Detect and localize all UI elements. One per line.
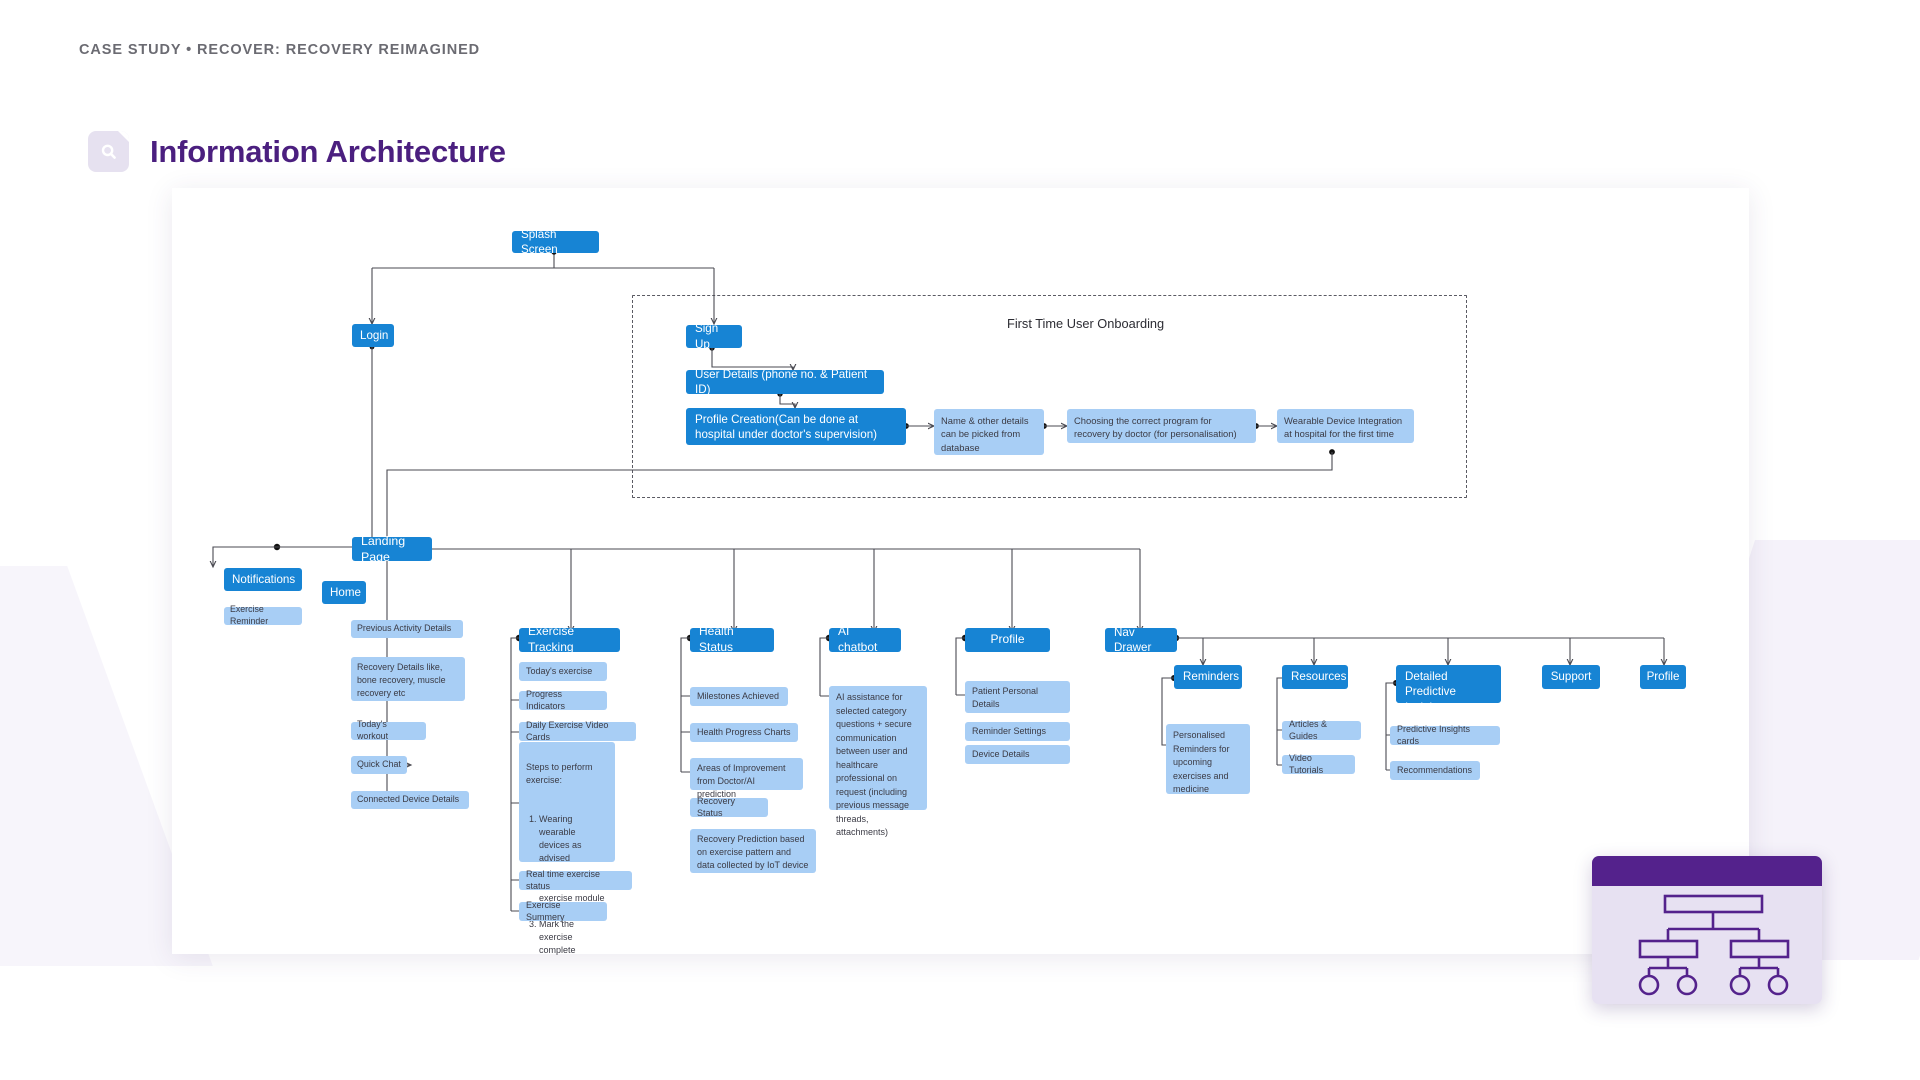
node-nav-drawer[interactable]: Nav Drawer [1105,626,1177,654]
node-todays-workout[interactable]: Today's workout [351,719,426,741]
steps-item-3: Mark the exercise complete [539,918,608,957]
node-detailed-predictive-insights[interactable]: Detailed Predictive Insights [1396,665,1501,714]
node-exercise-reminder[interactable]: Exercise Reminder [224,604,302,626]
node-health-status[interactable]: Health Status [690,624,774,654]
page-fold-corner [118,131,129,142]
node-user-details[interactable]: User Details (phone no. & Patient ID) [686,368,884,396]
sitemap-card-titlebar [1592,856,1822,886]
steps-item-1: Wearing wearable devices as advised [539,813,608,865]
node-exercise-summary[interactable]: Exercise Summery [519,900,607,922]
node-health-progress-charts[interactable]: Health Progress Charts [690,723,798,742]
node-support[interactable]: Support [1542,665,1600,689]
node-ai-assistance[interactable]: AI assistance for selected category ques… [829,686,927,837]
node-reminder-settings[interactable]: Reminder Settings [965,722,1070,741]
node-milestones-achieved[interactable]: Milestones Achieved [690,687,788,706]
sitemap-icon [1638,894,1790,996]
node-recovery-details[interactable]: Recovery Details like, bone recovery, mu… [351,657,465,701]
steps-heading: Steps to perform exercise: [526,762,593,786]
node-recommendations[interactable]: Recommendations [1390,761,1480,780]
case-study-kicker: CASE STUDY • RECOVER: RECOVERY REIMAGINE… [79,42,481,58]
node-device-details[interactable]: Device Details [965,745,1070,764]
node-recovery-prediction[interactable]: Recovery Prediction based on exercise pa… [690,829,816,873]
node-sign-up[interactable]: Sign Up [686,322,742,351]
node-choosing-program[interactable]: Choosing the correct program for recover… [1067,409,1256,443]
node-patient-personal-details[interactable]: Patient Personal Details [965,681,1070,713]
node-real-time-exercise-status[interactable]: Real time exercise status [519,869,632,891]
node-recovery-status[interactable]: Recovery Status [690,796,768,818]
node-areas-of-improvement[interactable]: Areas of Improvement from Doctor/AI pred… [690,758,803,799]
node-ai-chatbot[interactable]: AI chatbot [829,624,901,654]
node-nav-profile[interactable]: Profile [1640,665,1686,689]
magnifier-glyph [101,144,116,159]
node-home[interactable]: Home [322,581,366,604]
node-daily-exercise-video-cards[interactable]: Daily Exercise Video Cards [519,720,636,742]
node-progress-indicators[interactable]: Progress Indicators [519,689,607,711]
node-wearable-integration[interactable]: Wearable Device Integration at hospital … [1277,409,1414,443]
page-root: CASE STUDY • RECOVER: RECOVERY REIMAGINE… [0,0,1920,1080]
node-splash-screen[interactable]: Splash Screen [512,228,599,256]
node-exercise-tracking[interactable]: Exercise Tracking [519,624,620,654]
node-reminders[interactable]: Reminders [1174,665,1242,689]
page-title: Information Architecture [150,133,506,169]
node-name-other-details[interactable]: Name & other details can be picked from … [934,409,1044,455]
node-profile[interactable]: Profile [965,628,1050,652]
node-connected-device-details[interactable]: Connected Device Details [351,791,469,809]
document-search-icon [88,131,129,172]
node-video-tutorials[interactable]: Video Tutorials [1282,753,1355,775]
sitemap-illustration-card [1592,856,1822,1004]
node-login[interactable]: Login [352,324,394,347]
page-title-row: Information Architecture [88,131,506,172]
node-notifications[interactable]: Notifications [224,568,302,591]
node-todays-exercise[interactable]: Today's exercise [519,662,607,681]
node-steps-to-perform-exercise[interactable]: Steps to perform exercise: Wearing weara… [519,742,615,955]
node-predictive-insights-cards[interactable]: Predictive Insights cards [1390,724,1500,746]
node-previous-activity-details[interactable]: Previous Activity Details [351,620,463,638]
node-landing-page[interactable]: Landing Page [352,534,432,564]
onboarding-region-label: First Time User Onboarding [1007,316,1165,331]
node-quick-chat[interactable]: Quick Chat [351,756,407,774]
node-resources[interactable]: Resources [1282,665,1348,689]
node-personalised-reminders[interactable]: Personalised Reminders for upcoming exer… [1166,724,1250,794]
node-articles-guides[interactable]: Articles & Guides [1282,719,1361,741]
node-profile-creation[interactable]: Profile Creation(Can be done at hospital… [686,408,906,445]
